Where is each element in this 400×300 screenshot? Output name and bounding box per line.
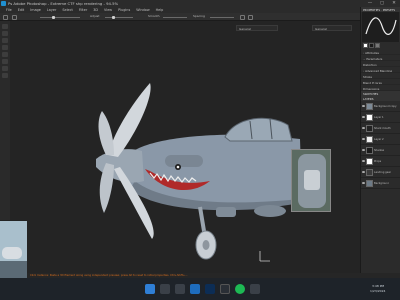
eye-icon[interactable] (362, 127, 365, 129)
lasso-tool-icon[interactable] (2, 38, 8, 43)
tool-preset-icon[interactable] (3, 14, 8, 20)
underwing-store (254, 205, 286, 217)
menu-layer[interactable]: Layer (47, 8, 56, 12)
3d-viewport[interactable]: General General (10, 21, 360, 273)
adjust-slider-handle[interactable] (112, 15, 115, 19)
layer-row[interactable]: Layer 1 (361, 112, 400, 123)
eye-icon[interactable] (362, 171, 365, 173)
eye-icon[interactable] (362, 105, 365, 107)
canopy (224, 117, 293, 142)
layer-thumbnail (366, 135, 373, 143)
swatch[interactable] (375, 43, 380, 48)
aircraft-model[interactable] (10, 21, 360, 273)
spacing-slider[interactable] (210, 17, 234, 18)
reference-image[interactable] (291, 149, 331, 212)
settings-icon[interactable] (240, 14, 245, 20)
layer-row[interactable]: Landing gear (361, 167, 400, 178)
zoom-tool-icon[interactable] (2, 73, 8, 78)
close-button[interactable]: ✕ (388, 0, 400, 7)
layer-row[interactable]: Shadow (361, 145, 400, 156)
layer-thumbnail (366, 157, 373, 165)
menu-image[interactable]: Image (30, 8, 41, 12)
webcam-overlay (0, 220, 27, 278)
spotify-icon[interactable] (235, 284, 245, 294)
brush-tool-icon[interactable] (2, 52, 8, 57)
menu-3d[interactable]: 3D (93, 8, 98, 12)
layer-thumbnail (366, 124, 373, 132)
file-explorer-icon[interactable] (175, 284, 185, 294)
taskbar-time[interactable]: 3:48 PM (372, 284, 384, 288)
adjust-slider[interactable] (105, 17, 133, 18)
window-title: Ps Adobe Photoshop - Extreme CTF shp ren… (8, 1, 119, 6)
propeller-blade-upper-left (98, 111, 114, 155)
crop-tool-icon[interactable] (2, 45, 8, 50)
tool-options-bar: Adjust Smooth Spacing (0, 13, 360, 21)
right-panels: PROPERTIES · PRESETS ›Attributes ⌄Parame… (360, 7, 400, 273)
title-bar: Ps Adobe Photoshop - Extreme CTF shp ren… (0, 0, 400, 7)
taskbar: 3:48 PM 1/23/2024 (0, 278, 400, 300)
brush-icon[interactable] (12, 14, 17, 20)
layer-thumbnail (366, 146, 373, 154)
eraser-tool-icon[interactable] (2, 59, 8, 64)
taskbar-date[interactable]: 1/23/2024 (370, 289, 385, 293)
move-tool-icon[interactable] (2, 24, 8, 29)
layer-thumbnail (366, 102, 373, 110)
swatch[interactable] (369, 43, 374, 48)
browser-icon[interactable] (190, 284, 200, 294)
swatch[interactable] (363, 43, 368, 48)
select-tool-icon[interactable] (2, 31, 8, 36)
chevron-right-icon: › (363, 68, 365, 73)
curve-preview[interactable] (362, 12, 399, 42)
layer-row[interactable]: Background copy (361, 101, 400, 112)
layer-row[interactable]: Layer 2 (361, 134, 400, 145)
layer-row[interactable]: Props (361, 156, 400, 167)
app-logo-icon (1, 1, 6, 6)
chevron-down-icon: ⌄ (363, 56, 366, 61)
smooth-label: Smooth (148, 14, 160, 18)
layer-thumbnail (366, 113, 373, 121)
app-icon[interactable] (250, 284, 260, 294)
eye-icon[interactable] (362, 138, 365, 140)
app-icon[interactable] (220, 284, 230, 294)
menu-filter[interactable]: Filter (79, 8, 87, 12)
smooth-slider[interactable] (163, 17, 187, 18)
start-button-icon[interactable] (145, 284, 155, 294)
gear-door (216, 207, 236, 217)
eye-icon[interactable] (362, 182, 365, 184)
layer-thumbnail (366, 179, 373, 187)
menu-select[interactable]: Select (62, 8, 72, 12)
maximize-button[interactable]: ▢ (376, 0, 388, 7)
pressure-icon[interactable] (248, 14, 253, 20)
adjust-label: Adjust (90, 14, 100, 18)
size-slider-handle[interactable] (52, 15, 55, 19)
eye-icon[interactable] (362, 116, 365, 118)
layer-row[interactable]: Background (361, 178, 400, 189)
menu-edit[interactable]: Edit (18, 8, 25, 12)
menu-help[interactable]: Help (156, 8, 164, 12)
chevron-right-icon: › (363, 50, 365, 55)
search-icon[interactable] (160, 284, 170, 294)
spacing-label: Spacing (193, 14, 205, 18)
minimize-button[interactable]: — (364, 0, 376, 7)
photoshop-icon[interactable] (205, 284, 215, 294)
axis-gizmo (259, 251, 270, 262)
propeller-blade-top (108, 83, 151, 157)
eye-icon[interactable] (362, 160, 365, 162)
menu-window[interactable]: Window (136, 8, 149, 12)
exhaust (165, 155, 203, 167)
layer-row[interactable]: Shark mouth (361, 123, 400, 134)
preset-swatches (361, 42, 400, 49)
layer-thumbnail (366, 168, 373, 176)
menu-view[interactable]: View (104, 8, 112, 12)
menu-plugins[interactable]: Plugins (118, 8, 130, 12)
eye-icon[interactable] (362, 149, 365, 151)
text-tool-icon[interactable] (2, 66, 8, 71)
size-slider[interactable] (40, 17, 80, 18)
menu-file[interactable]: File (6, 8, 12, 12)
